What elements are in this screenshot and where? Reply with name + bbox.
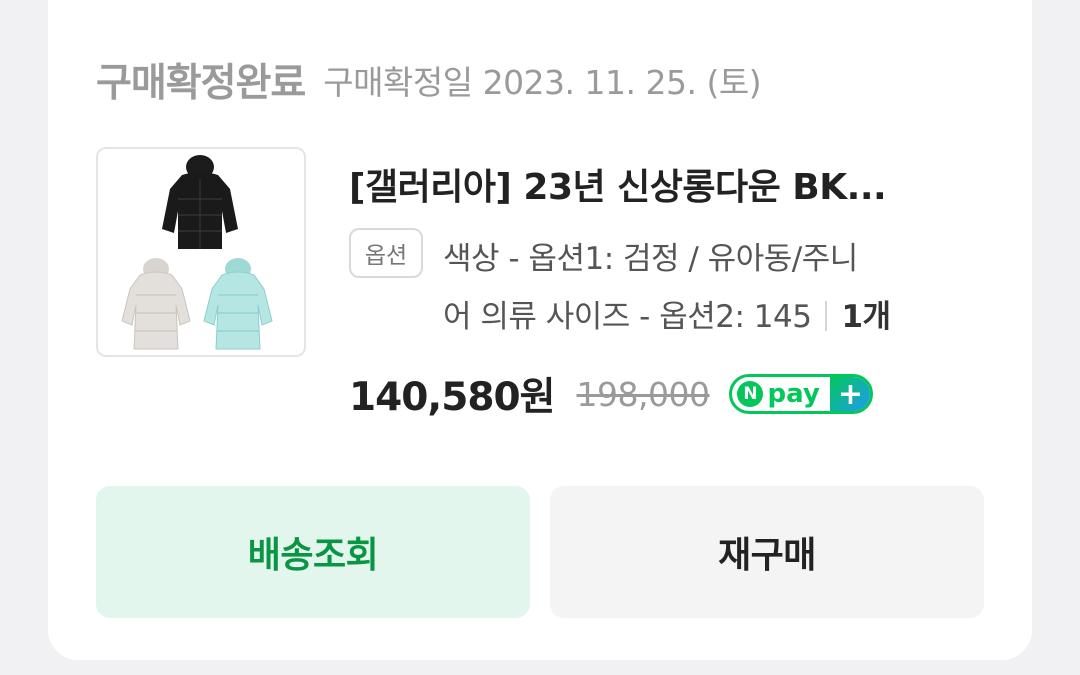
- plus-icon: +: [830, 377, 871, 411]
- option-line-1: 색상 - 옵션1: 검정 / 유아동/주니: [443, 241, 858, 277]
- confirm-date: 구매확정일 2023. 11. 25. (토): [323, 63, 762, 102]
- order-status-title: 구매확정완료: [96, 61, 306, 106]
- option-details: 색상 - 옵션1: 검정 / 유아동/주니 어 의류 사이즈 - 옵션2: 14…: [443, 230, 983, 346]
- option-line-2-text: 어 의류 사이즈 - 옵션2: 145: [443, 299, 812, 335]
- product-name[interactable]: [갤러리아] 23년 신상롱다운 BK...: [349, 158, 969, 210]
- option-line-2: 어 의류 사이즈 - 옵션2: 145 1개: [443, 288, 983, 346]
- divider: [825, 301, 828, 331]
- npay-label: pay: [767, 379, 820, 409]
- order-status-header: 구매확정완료 구매확정일 2023. 11. 25. (토): [96, 52, 762, 108]
- price-row: 140,580원 198,000 N pay +: [349, 366, 874, 422]
- npay-n-mark: N: [737, 381, 764, 407]
- rebuy-button[interactable]: 재구매: [550, 486, 984, 618]
- quantity: 1개: [841, 299, 891, 335]
- original-price: 198,000: [576, 374, 710, 414]
- option-badge: 옵션: [349, 228, 423, 278]
- product-thumbnail[interactable]: [96, 147, 306, 357]
- sale-price: 140,580원: [349, 375, 556, 420]
- jackets-image: [121, 155, 273, 350]
- track-delivery-button[interactable]: 배송조회: [96, 486, 530, 618]
- npay-plus-icon: N pay +: [729, 374, 874, 414]
